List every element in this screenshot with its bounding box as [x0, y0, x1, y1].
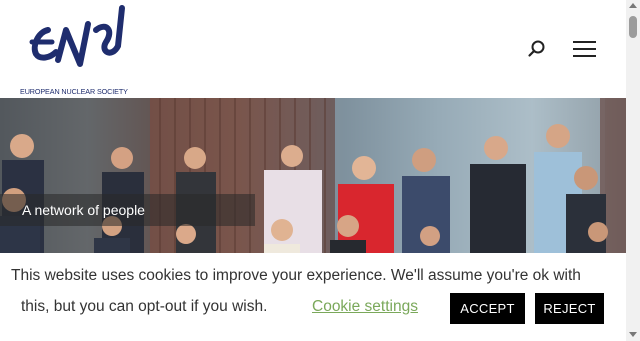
hamburger-menu-icon — [573, 41, 596, 57]
hero-banner: A network of people — [0, 98, 626, 258]
cookie-consent-banner: This website uses cookies to improve you… — [0, 253, 626, 341]
scrollbar-thumb[interactable] — [629, 16, 637, 38]
cookie-message-line2: this, but you can opt-out if you wish. — [21, 298, 268, 315]
cookie-message-line1: This website uses cookies to improve you… — [11, 267, 581, 284]
menu-button[interactable] — [572, 38, 598, 60]
scroll-up-arrow-icon[interactable] — [629, 3, 637, 8]
ens-logo — [29, 5, 125, 67]
hero-caption: A network of people — [22, 202, 145, 218]
accept-button[interactable]: ACCEPT — [450, 293, 525, 324]
cookie-settings-link[interactable]: Cookie settings — [312, 298, 418, 316]
site-header: EUROPEAN NUCLEAR SOCIETY — [0, 0, 626, 98]
group-photo — [0, 98, 626, 258]
search-button[interactable] — [526, 38, 548, 60]
scroll-down-arrow-icon[interactable] — [629, 332, 637, 337]
reject-button[interactable]: REJECT — [535, 293, 604, 324]
vertical-scrollbar[interactable] — [626, 0, 640, 341]
search-icon — [528, 40, 545, 57]
logo-subtitle: EUROPEAN NUCLEAR SOCIETY — [20, 87, 128, 96]
